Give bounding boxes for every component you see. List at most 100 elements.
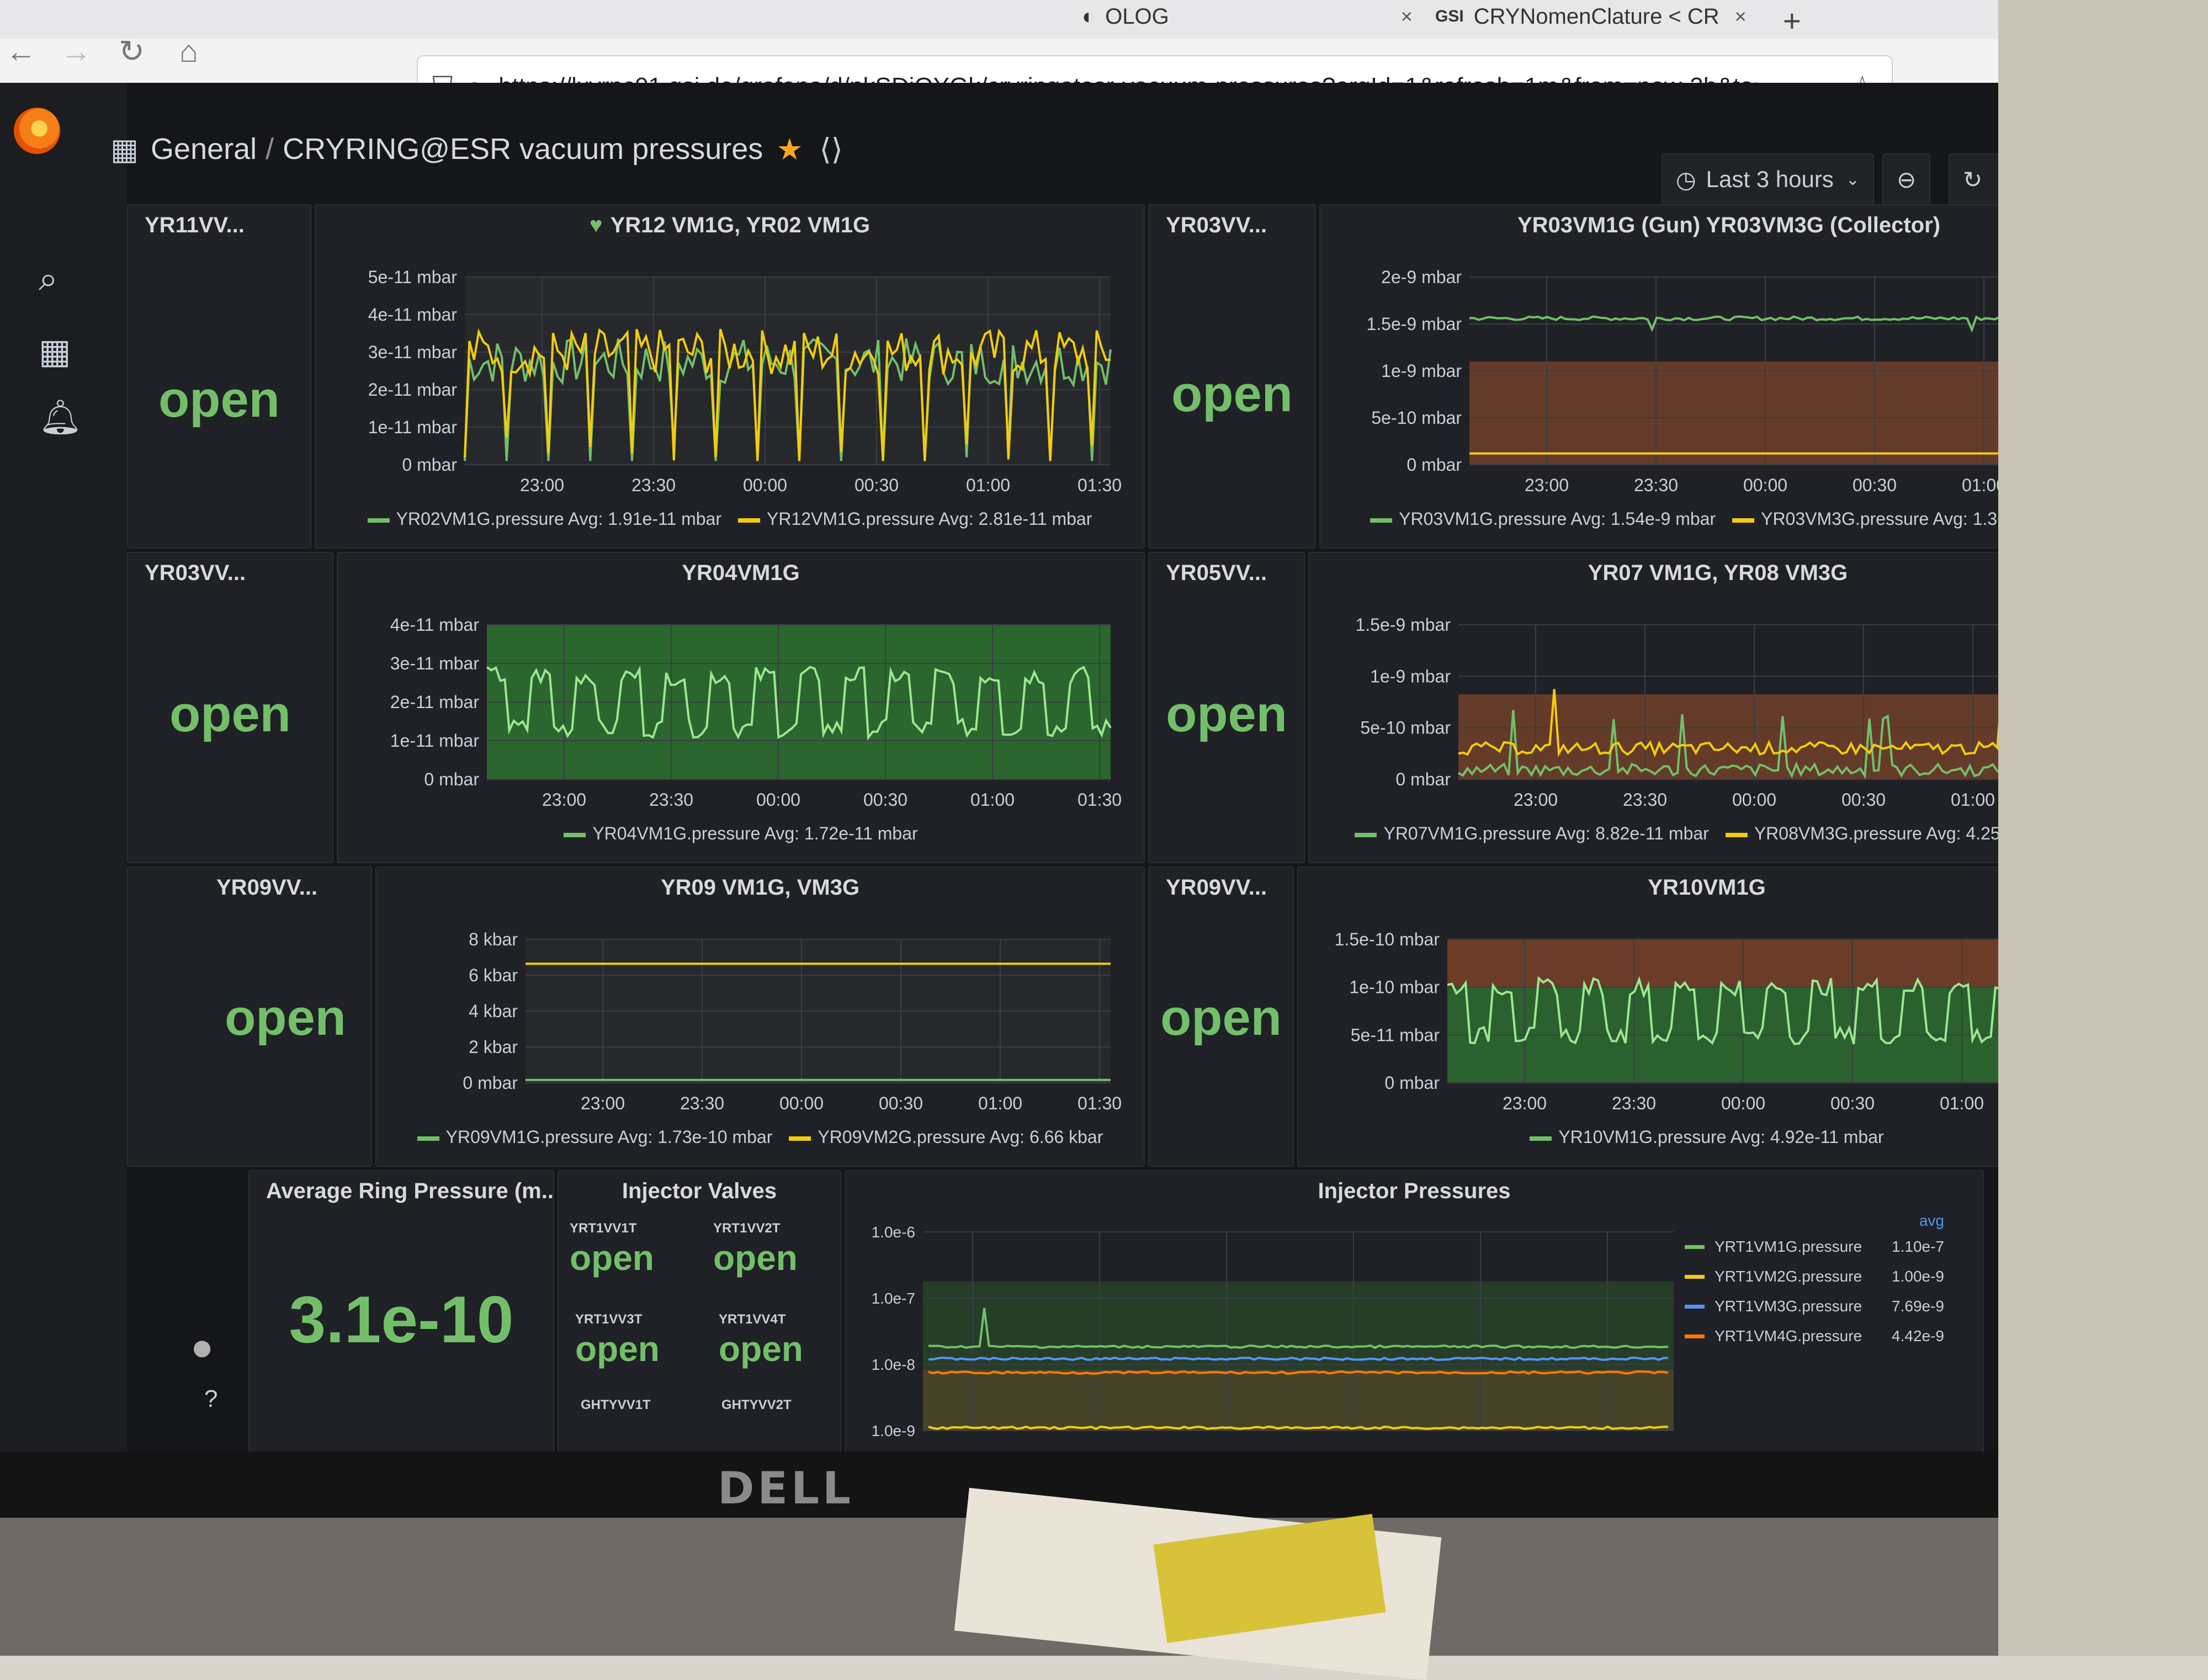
dashboard-nav: ▦ General / CRYRING@ESR vacuum pressures… bbox=[110, 110, 843, 188]
close-icon[interactable]: × bbox=[1401, 5, 1413, 28]
injector-pressures-panel[interactable]: Injector Pressures 1.0e-6 1.0e-7 1.0e-8 1.0… bbox=[845, 1170, 1984, 1459]
legend-item[interactable]: YR03VM1G.pressure Avg: 1.54e-9 mbar bbox=[1370, 509, 1716, 529]
legend-item[interactable]: YRT1VM2G.pressure 1.00e-9 bbox=[1685, 1262, 1944, 1291]
home-icon[interactable]: ⌂ bbox=[179, 33, 198, 69]
y-tick-label: 6 kbar bbox=[469, 965, 518, 985]
legend-avg: Avg: 4.92e-11 mbar bbox=[1730, 1127, 1884, 1147]
y-tick-label: 0 mbar bbox=[1406, 455, 1462, 475]
valve-state: open bbox=[1160, 990, 1282, 1046]
legend-item[interactable]: YR02VM1G.pressure Avg: 1.91e-11 mbar bbox=[367, 509, 721, 529]
legend-swatch bbox=[1355, 832, 1377, 837]
yr04-chart: 4e-11 mbar 3e-11 mbar 2e-11 mbar 1e-11 mbar… bbox=[390, 615, 1122, 810]
zoom-out-button[interactable]: ⊖ bbox=[1882, 153, 1931, 205]
tab-label: CRYNomenClature < CR bbox=[1473, 4, 1719, 29]
yr09-valve-panel-b[interactable]: YR09VV... open bbox=[1148, 866, 1294, 1167]
yr12-chart-panel[interactable]: ♥ YR12 VM1G, YR02 VM1G 5e-11 mbar 4e-11 mb… bbox=[315, 204, 1145, 549]
yr03-valve-panel-top[interactable]: YR03VV... open bbox=[1148, 204, 1316, 549]
dashboard-title[interactable]: CRYRING@ESR vacuum pressures bbox=[283, 132, 763, 166]
x-tick-label: 23:30 bbox=[649, 790, 693, 810]
alert-bell-icon[interactable]: 🔔︎ bbox=[39, 397, 82, 438]
valve-state: open bbox=[570, 1238, 654, 1278]
yr10-chart-panel[interactable]: YR10VM1G 1.5e-10 mbar 1e-10 mbar 5e-11 mba… bbox=[1297, 866, 2116, 1167]
dashboards-grid-icon[interactable]: ▦ bbox=[39, 331, 71, 371]
star-icon[interactable]: ★ bbox=[776, 132, 803, 167]
injector-pressures-chart: 1.0e-6 1.0e-7 1.0e-8 1.0e-9 bbox=[872, 1224, 1674, 1439]
x-tick-label: 01:00 bbox=[970, 790, 1015, 810]
legend-item[interactable]: YRT1VM4G.pressure 4.42e-9 bbox=[1685, 1321, 1944, 1351]
legend-name: YR07VM1G.pressure bbox=[1383, 823, 1556, 843]
back-arrow-icon[interactable]: ← bbox=[6, 33, 36, 69]
panel-title: YR05VV... bbox=[1166, 561, 1267, 585]
legend-swatch bbox=[1370, 518, 1393, 523]
x-tick-label: 00:30 bbox=[1830, 1093, 1875, 1113]
legend-swatch bbox=[1725, 832, 1748, 837]
y-tick-label: 2e-11 mbar bbox=[390, 692, 480, 712]
grafana-logo-icon[interactable] bbox=[14, 108, 60, 154]
search-icon[interactable]: ⌕ bbox=[39, 259, 58, 299]
legend-value: 7.69e-9 bbox=[1892, 1298, 1944, 1315]
legend-name: YRT1VM1G.pressure bbox=[1715, 1238, 1862, 1255]
legend-name: YR08VM3G.pressure bbox=[1754, 823, 1926, 843]
legend-swatch bbox=[1685, 1334, 1705, 1338]
zoom-out-icon: ⊖ bbox=[1897, 166, 1917, 193]
avg-ring-pressure-value: 3.1e-10 bbox=[289, 1283, 514, 1357]
x-tick-label: 00:30 bbox=[854, 475, 899, 495]
panel-title: YR09VV... bbox=[1166, 875, 1267, 900]
legend-item[interactable]: YR12VM1G.pressure Avg: 2.81e-11 mbar bbox=[738, 509, 1092, 529]
chart-legend: YR09VM1G.pressure Avg: 1.73e-10 mbar YR09… bbox=[376, 1127, 1144, 1147]
legend-swatch bbox=[1685, 1245, 1705, 1249]
valve-name: YRT1VV2T bbox=[713, 1221, 781, 1236]
yr05-valve-panel[interactable]: YR05VV... open bbox=[1148, 552, 1305, 863]
y-tick-label: 1e-11 mbar bbox=[368, 417, 458, 437]
injector-valves-panel[interactable]: Injector Valves YRT1VV1T open YRT1VV2T o… bbox=[558, 1170, 841, 1459]
time-picker-button[interactable]: ◷ Last 3 hours ⌄ bbox=[1662, 153, 1874, 205]
x-tick-label: 23:30 bbox=[1612, 1093, 1656, 1113]
valve-state: open bbox=[1166, 686, 1287, 742]
tab-crynomenclature[interactable]: GSI CRYNomenClature < CR × bbox=[1435, 0, 1747, 33]
y-tick-label: 1.5e-9 mbar bbox=[1366, 314, 1462, 334]
valve-state: open bbox=[575, 1329, 660, 1369]
x-tick-label: 00:00 bbox=[779, 1093, 824, 1113]
panel-title: Injector Valves bbox=[622, 1179, 777, 1203]
reload-icon[interactable]: ↻ bbox=[119, 33, 145, 70]
yr09-chart-panel[interactable]: YR09 VM1G, VM3G 8 kbar 6 kbar 4 kbar 2 kbar… bbox=[375, 866, 1145, 1167]
x-tick-label: 23:00 bbox=[520, 475, 564, 495]
share-icon[interactable]: ⟨⟩ bbox=[820, 132, 843, 167]
legend-item[interactable]: YR09VM2G.pressure Avg: 6.66 kbar bbox=[789, 1127, 1103, 1147]
forward-arrow-icon[interactable]: → bbox=[61, 33, 92, 69]
avg-ring-pressure-panel[interactable]: Average Ring Pressure (m... 3.1e-10 bbox=[248, 1170, 554, 1459]
legend-item[interactable]: YRT1VM3G.pressure 7.69e-9 bbox=[1685, 1291, 1944, 1321]
avatar[interactable]: ● bbox=[190, 1325, 214, 1369]
y-tick-label: 1.0e-9 bbox=[872, 1422, 915, 1439]
legend-name: YR03VM1G.pressure bbox=[1399, 509, 1571, 529]
legend-item[interactable]: YR04VM1G.pressure Avg: 1.72e-11 mbar bbox=[564, 823, 918, 843]
legend-item[interactable]: YR10VM1G.pressure Avg: 4.92e-11 mbar bbox=[1530, 1127, 1884, 1147]
x-tick-label: 23:00 bbox=[542, 790, 586, 810]
yr11-valve-panel[interactable]: YR11VV... open bbox=[127, 204, 311, 549]
y-tick-label: 2e-9 mbar bbox=[1381, 267, 1462, 287]
side-menu: ⌕ ▦ 🔔︎ ● ? bbox=[0, 83, 217, 1452]
legend-value: 4.42e-9 bbox=[1892, 1327, 1944, 1344]
legend-swatch bbox=[789, 1136, 811, 1141]
breadcrumb-root[interactable]: General bbox=[151, 132, 257, 166]
close-icon[interactable]: × bbox=[1735, 5, 1747, 28]
legend-name: YR04VM1G.pressure bbox=[592, 823, 765, 843]
help-icon[interactable]: ? bbox=[204, 1385, 217, 1413]
y-tick-label: 1.0e-8 bbox=[872, 1356, 915, 1373]
yr09-valve-panel-a[interactable]: YR09VV... open bbox=[127, 866, 372, 1167]
legend-item[interactable]: YR07VM1G.pressure Avg: 8.82e-11 mbar bbox=[1355, 823, 1709, 843]
x-tick-label: 01:00 bbox=[978, 1093, 1022, 1113]
dashboards-grid-icon[interactable]: ▦ bbox=[110, 132, 139, 167]
legend-swatch bbox=[1685, 1304, 1705, 1309]
legend-item[interactable]: YR09VM1G.pressure Avg: 1.73e-10 mbar bbox=[417, 1127, 772, 1147]
y-tick-label: 3e-11 mbar bbox=[368, 342, 458, 362]
time-range-label: Last 3 hours bbox=[1706, 166, 1834, 192]
yr03-valve-panel-mid[interactable]: YR03VV... open bbox=[127, 552, 333, 863]
legend-item[interactable]: YRT1VM1G.pressure 1.10e-7 bbox=[1685, 1232, 1944, 1262]
y-tick-label: 1e-9 mbar bbox=[1381, 361, 1462, 381]
x-tick-label: 01:00 bbox=[1940, 1093, 1984, 1113]
tab-olog[interactable]: ◐ OLOG × bbox=[1082, 0, 1413, 33]
x-tick-label: 01:00 bbox=[966, 475, 1010, 495]
yr04-chart-panel[interactable]: YR04VM1G 4e-11 mbar 3e-11 mbar 2e-11 mbar 1… bbox=[337, 552, 1145, 863]
new-tab-button[interactable]: + bbox=[1783, 3, 1801, 39]
